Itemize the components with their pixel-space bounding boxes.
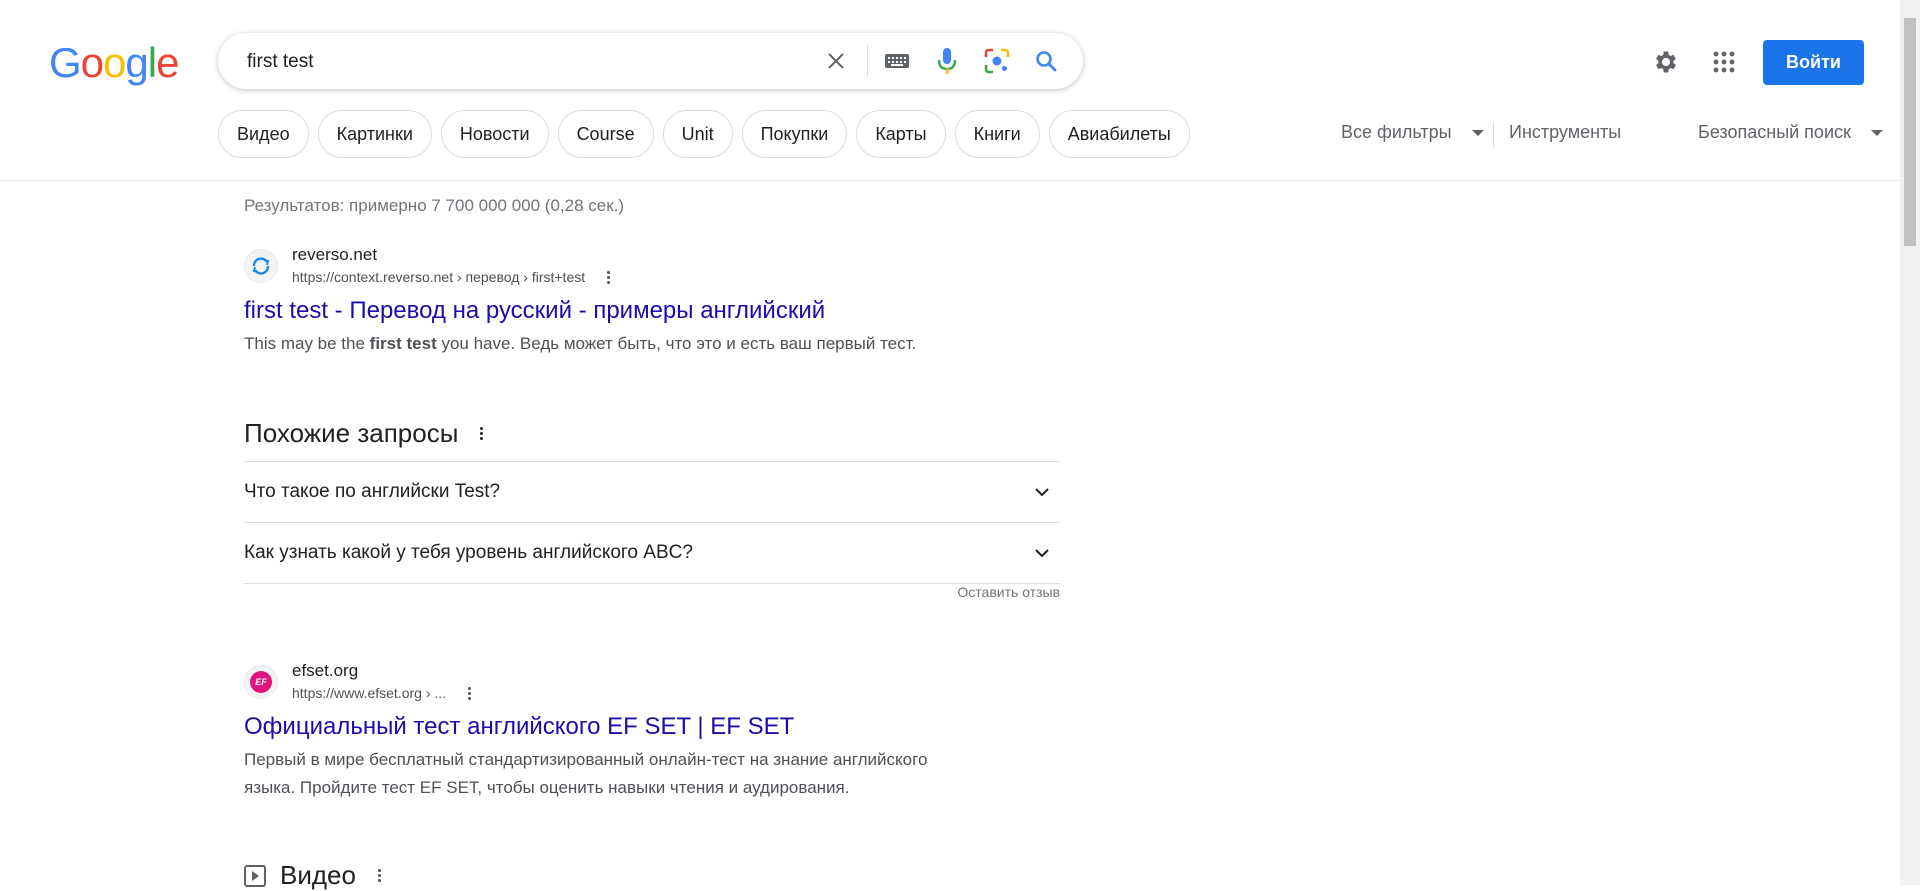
logo-letter: o bbox=[103, 39, 126, 86]
vertical-scrollbar[interactable] bbox=[1900, 0, 1920, 885]
more-options-icon[interactable] bbox=[374, 867, 385, 884]
all-filters-dropdown[interactable]: Все фильтры bbox=[1341, 122, 1484, 143]
chip-news[interactable]: Новости bbox=[440, 110, 549, 158]
snippet-text: языка. Пройдите тест EF SET, чтобы оцени… bbox=[244, 778, 850, 797]
lens-icon[interactable] bbox=[983, 47, 1011, 75]
reverso-favicon-icon bbox=[244, 249, 278, 283]
search-input[interactable] bbox=[245, 45, 809, 79]
result-title-link[interactable]: first test - Перевод на русский - пример… bbox=[244, 296, 1004, 326]
tools-button[interactable]: Инструменты bbox=[1509, 122, 1621, 143]
chip-videos[interactable]: Видео bbox=[218, 110, 309, 158]
safe-search-label: Безопасный поиск bbox=[1698, 122, 1851, 142]
result-snippet: Первый в мире бесплатный стандартизирова… bbox=[244, 746, 1044, 802]
search-result: reverso.net https://context.reverso.net … bbox=[244, 244, 1004, 358]
scrollbar-thumb[interactable] bbox=[1904, 18, 1916, 246]
result-site-name: reverso.net bbox=[292, 245, 378, 264]
apps-grid-icon[interactable] bbox=[1709, 47, 1739, 77]
more-options-icon[interactable] bbox=[464, 685, 475, 702]
chip-unit[interactable]: Unit bbox=[662, 110, 733, 158]
chip-flights[interactable]: Авиабилеты bbox=[1048, 110, 1190, 158]
search-icon[interactable] bbox=[1032, 47, 1060, 75]
result-title-link[interactable]: Официальный тест английского EF SET | EF… bbox=[244, 712, 1044, 742]
related-heading-text: Похожие запросы bbox=[244, 418, 459, 448]
chip-course[interactable]: Course bbox=[557, 110, 654, 158]
more-options-icon[interactable] bbox=[603, 269, 614, 286]
logo-letter: l bbox=[147, 39, 157, 86]
result-stats: Результатов: примерно 7 700 000 000 (0,2… bbox=[244, 196, 625, 215]
related-question-item[interactable]: Что такое по английски Test? bbox=[244, 461, 1060, 522]
video-section-heading: Видео bbox=[244, 860, 385, 891]
related-searches-list: Что такое по английски Test? Как узнать … bbox=[244, 461, 1060, 600]
tools-divider bbox=[1493, 122, 1494, 148]
snippet-text: Первый в мире бесплатный стандартизирова… bbox=[244, 750, 928, 769]
efset-favicon-icon: EF bbox=[244, 665, 278, 699]
chip-books[interactable]: Книги bbox=[954, 110, 1040, 158]
related-searches-heading: Похожие запросы bbox=[244, 418, 487, 449]
signin-button[interactable]: Войти bbox=[1763, 40, 1864, 85]
chevron-down-icon bbox=[1471, 129, 1484, 136]
settings-gear-icon[interactable] bbox=[1651, 47, 1681, 77]
result-site-name: efset.org bbox=[292, 661, 359, 680]
related-question-text: Как узнать какой у тебя уровень английск… bbox=[244, 542, 693, 563]
chip-images[interactable]: Картинки bbox=[317, 110, 432, 158]
result-url[interactable]: https://context.reverso.net › перевод › … bbox=[292, 266, 585, 288]
chevron-down-icon bbox=[1035, 549, 1049, 558]
snippet-highlight: first test bbox=[369, 334, 437, 353]
chevron-down-icon bbox=[1870, 129, 1883, 136]
all-filters-label: Все фильтры bbox=[1341, 122, 1452, 142]
result-url[interactable]: https://www.efset.org › ... bbox=[292, 682, 446, 704]
more-options-icon[interactable] bbox=[476, 425, 487, 442]
logo-letter: G bbox=[49, 39, 82, 86]
video-heading-text: Видео bbox=[280, 860, 356, 890]
chip-shopping[interactable]: Покупки bbox=[741, 110, 848, 158]
search-divider bbox=[867, 45, 868, 77]
result-snippet: This may be the first test you have. Вед… bbox=[244, 330, 1004, 358]
logo-letter: e bbox=[156, 39, 179, 86]
clear-icon[interactable] bbox=[822, 47, 850, 75]
related-question-item[interactable]: Как узнать какой у тебя уровень английск… bbox=[244, 522, 1060, 583]
search-type-chips: Видео Картинки Новости Course Unit Покуп… bbox=[218, 110, 1190, 158]
video-play-icon bbox=[244, 864, 266, 887]
snippet-text: you have. Ведь может быть, что это и ест… bbox=[436, 334, 917, 353]
logo-letter: o bbox=[80, 39, 104, 86]
header-divider bbox=[0, 180, 1900, 181]
related-divider bbox=[244, 583, 1060, 584]
keyboard-icon[interactable] bbox=[883, 47, 911, 75]
chip-maps[interactable]: Карты bbox=[856, 110, 946, 158]
microphone-icon[interactable] bbox=[933, 47, 961, 75]
search-box bbox=[218, 33, 1083, 89]
safe-search-dropdown[interactable]: Безопасный поиск bbox=[1698, 122, 1883, 143]
efset-favicon-text: EF bbox=[250, 671, 272, 693]
feedback-link[interactable]: Оставить отзыв bbox=[957, 584, 1060, 600]
google-logo[interactable]: Google bbox=[49, 39, 179, 86]
related-question-text: Что такое по английски Test? bbox=[244, 481, 501, 502]
tools-label: Инструменты bbox=[1509, 122, 1622, 142]
logo-letter: g bbox=[125, 39, 148, 86]
snippet-text: This may be the bbox=[244, 334, 370, 353]
chevron-down-icon bbox=[1035, 488, 1049, 497]
search-result: EF efset.org https://www.efset.org › ...… bbox=[244, 660, 1044, 802]
